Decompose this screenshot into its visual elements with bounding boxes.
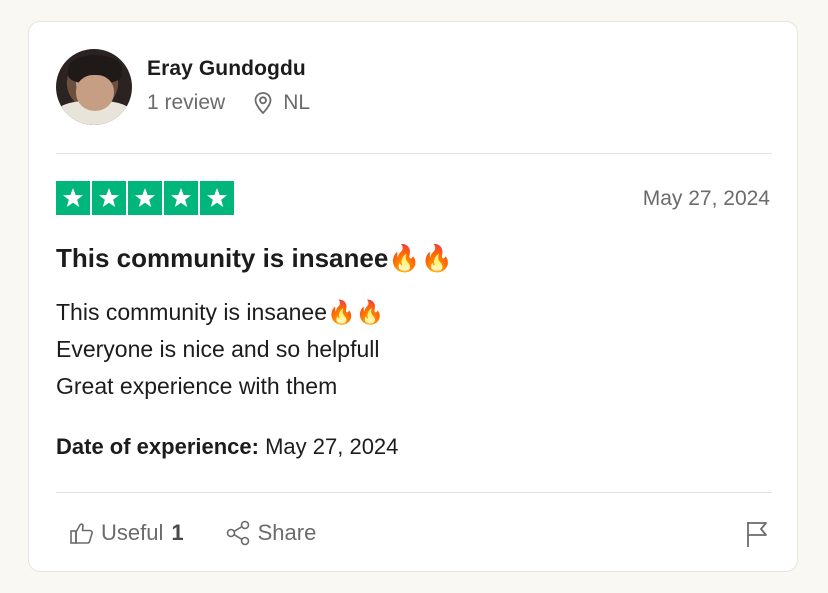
flag-icon	[747, 522, 767, 547]
experience-date: May 27, 2024	[265, 434, 399, 459]
review-body-line: Great experience with them	[56, 373, 338, 399]
reviewer-info: Eray Gundogdu 1 review NL	[147, 49, 310, 115]
divider	[56, 492, 772, 493]
share-button[interactable]: Share	[226, 520, 317, 546]
avatar[interactable]	[56, 49, 132, 125]
report-button[interactable]	[744, 519, 770, 554]
star-icon	[92, 181, 126, 215]
date-of-experience: Date of experience: May 27, 2024	[56, 434, 398, 460]
thumbs-up-icon	[70, 523, 93, 544]
reviewer-country: NL	[283, 91, 311, 114]
review-body: This community is insanee🔥🔥 Everyone is …	[56, 294, 384, 405]
star-icon	[164, 181, 198, 215]
star-icon	[128, 181, 162, 215]
star-rating	[56, 181, 234, 215]
share-label: Share	[257, 520, 317, 545]
review-actions: Useful 1 Share	[69, 520, 316, 546]
divider	[56, 153, 772, 154]
useful-button[interactable]: Useful 1	[69, 520, 184, 546]
location-pin-icon	[254, 92, 272, 115]
review-body-line: This community is insanee🔥🔥	[56, 299, 385, 325]
useful-count: 1	[171, 520, 184, 545]
useful-label: Useful	[101, 520, 164, 545]
experience-label: Date of experience:	[56, 434, 259, 459]
review-title[interactable]: This community is insanee🔥🔥	[56, 243, 453, 274]
reviewer-header: Eray Gundogdu 1 review NL	[56, 49, 310, 125]
review-date: May 27, 2024	[642, 187, 770, 210]
share-icon	[226, 520, 249, 546]
review-card: Eray Gundogdu 1 review NL May 27, 2024 T…	[28, 21, 798, 572]
review-body-line: Everyone is nice and so helpfull	[56, 336, 380, 362]
review-count: 1 review	[147, 91, 226, 114]
reviewer-name[interactable]: Eray Gundogdu	[147, 57, 310, 81]
star-icon	[56, 181, 90, 215]
reviewer-meta: 1 review NL	[147, 91, 310, 115]
reviewer-location: NL	[253, 91, 310, 115]
star-icon	[200, 181, 234, 215]
